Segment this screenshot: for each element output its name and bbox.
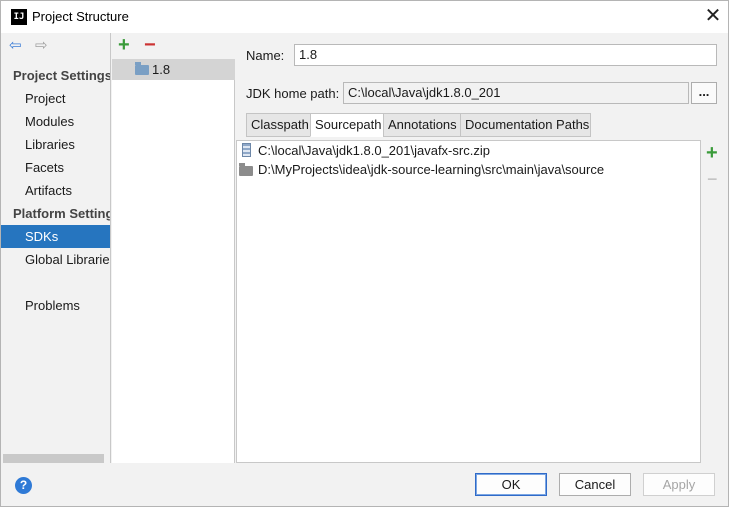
project-structure-dialog: IJ Project Structure ✕ ⇦ ⇨ Project Setti…	[0, 0, 729, 507]
list-item[interactable]: C:\local\Java\jdk1.8.0_201\javafx-src.zi…	[237, 141, 700, 160]
sdk-item-label: 1.8	[152, 62, 171, 77]
folder-icon	[239, 163, 253, 176]
name-field[interactable]: 1.8	[294, 44, 717, 66]
sdk-list-panel: + − 1.8	[112, 33, 235, 463]
sourcepath-list: C:\local\Java\jdk1.8.0_201\javafx-src.zi…	[236, 140, 701, 463]
close-icon[interactable]: ✕	[699, 1, 727, 33]
browse-button[interactable]: ...	[691, 82, 717, 104]
horizontal-scrollbar[interactable]	[3, 454, 104, 463]
settings-navigation: ⇦ ⇨ Project Settings Project Modules Lib…	[1, 33, 111, 463]
cancel-button[interactable]: Cancel	[559, 473, 631, 496]
path-text: C:\local\Java\jdk1.8.0_201\javafx-src.zi…	[258, 143, 490, 158]
zip-archive-icon	[242, 143, 251, 157]
sdk-list-item[interactable]: 1.8	[112, 59, 235, 80]
nav-item-libraries[interactable]: Libraries	[1, 133, 110, 156]
nav-item-sdks[interactable]: SDKs	[1, 225, 110, 248]
jdk-home-label: JDK home path:	[246, 86, 340, 101]
tab-documentation-paths[interactable]: Documentation Paths	[460, 113, 591, 137]
window-title: Project Structure	[32, 9, 129, 24]
tab-annotations[interactable]: Annotations	[383, 113, 461, 137]
remove-path-icon[interactable]: −	[707, 168, 718, 190]
section-platform-settings: Platform Settings	[13, 206, 111, 221]
nav-item-artifacts[interactable]: Artifacts	[1, 179, 110, 202]
intellij-app-icon: IJ	[11, 9, 27, 25]
section-project-settings: Project Settings	[13, 68, 111, 83]
path-text: D:\MyProjects\idea\jdk-source-learning\s…	[258, 162, 605, 177]
jdk-home-path-field[interactable]: C:\local\Java\jdk1.8.0_201	[343, 82, 689, 104]
list-item[interactable]: D:\MyProjects\idea\jdk-source-learning\s…	[237, 160, 700, 179]
add-path-icon[interactable]: +	[706, 142, 718, 164]
title-bar: IJ Project Structure ✕	[1, 1, 728, 33]
nav-item-project[interactable]: Project	[1, 87, 110, 110]
ok-button[interactable]: OK	[475, 473, 547, 496]
nav-item-modules[interactable]: Modules	[1, 110, 110, 133]
apply-button[interactable]: Apply	[643, 473, 715, 496]
jdk-folder-icon	[135, 62, 149, 75]
nav-item-facets[interactable]: Facets	[1, 156, 110, 179]
remove-sdk-icon[interactable]: −	[144, 34, 156, 56]
sdk-toolbar: + −	[112, 33, 235, 59]
name-label: Name:	[246, 48, 285, 63]
add-sdk-icon[interactable]: +	[118, 34, 130, 56]
forward-arrow-icon[interactable]: ⇨	[35, 38, 51, 54]
tab-classpath[interactable]: Classpath	[246, 113, 311, 137]
back-arrow-icon[interactable]: ⇦	[9, 38, 25, 54]
tab-sourcepath[interactable]: Sourcepath	[310, 113, 384, 137]
help-icon[interactable]: ?	[15, 477, 32, 494]
nav-item-global-libraries[interactable]: Global Libraries	[1, 248, 110, 271]
nav-item-problems[interactable]: Problems	[1, 294, 110, 317]
